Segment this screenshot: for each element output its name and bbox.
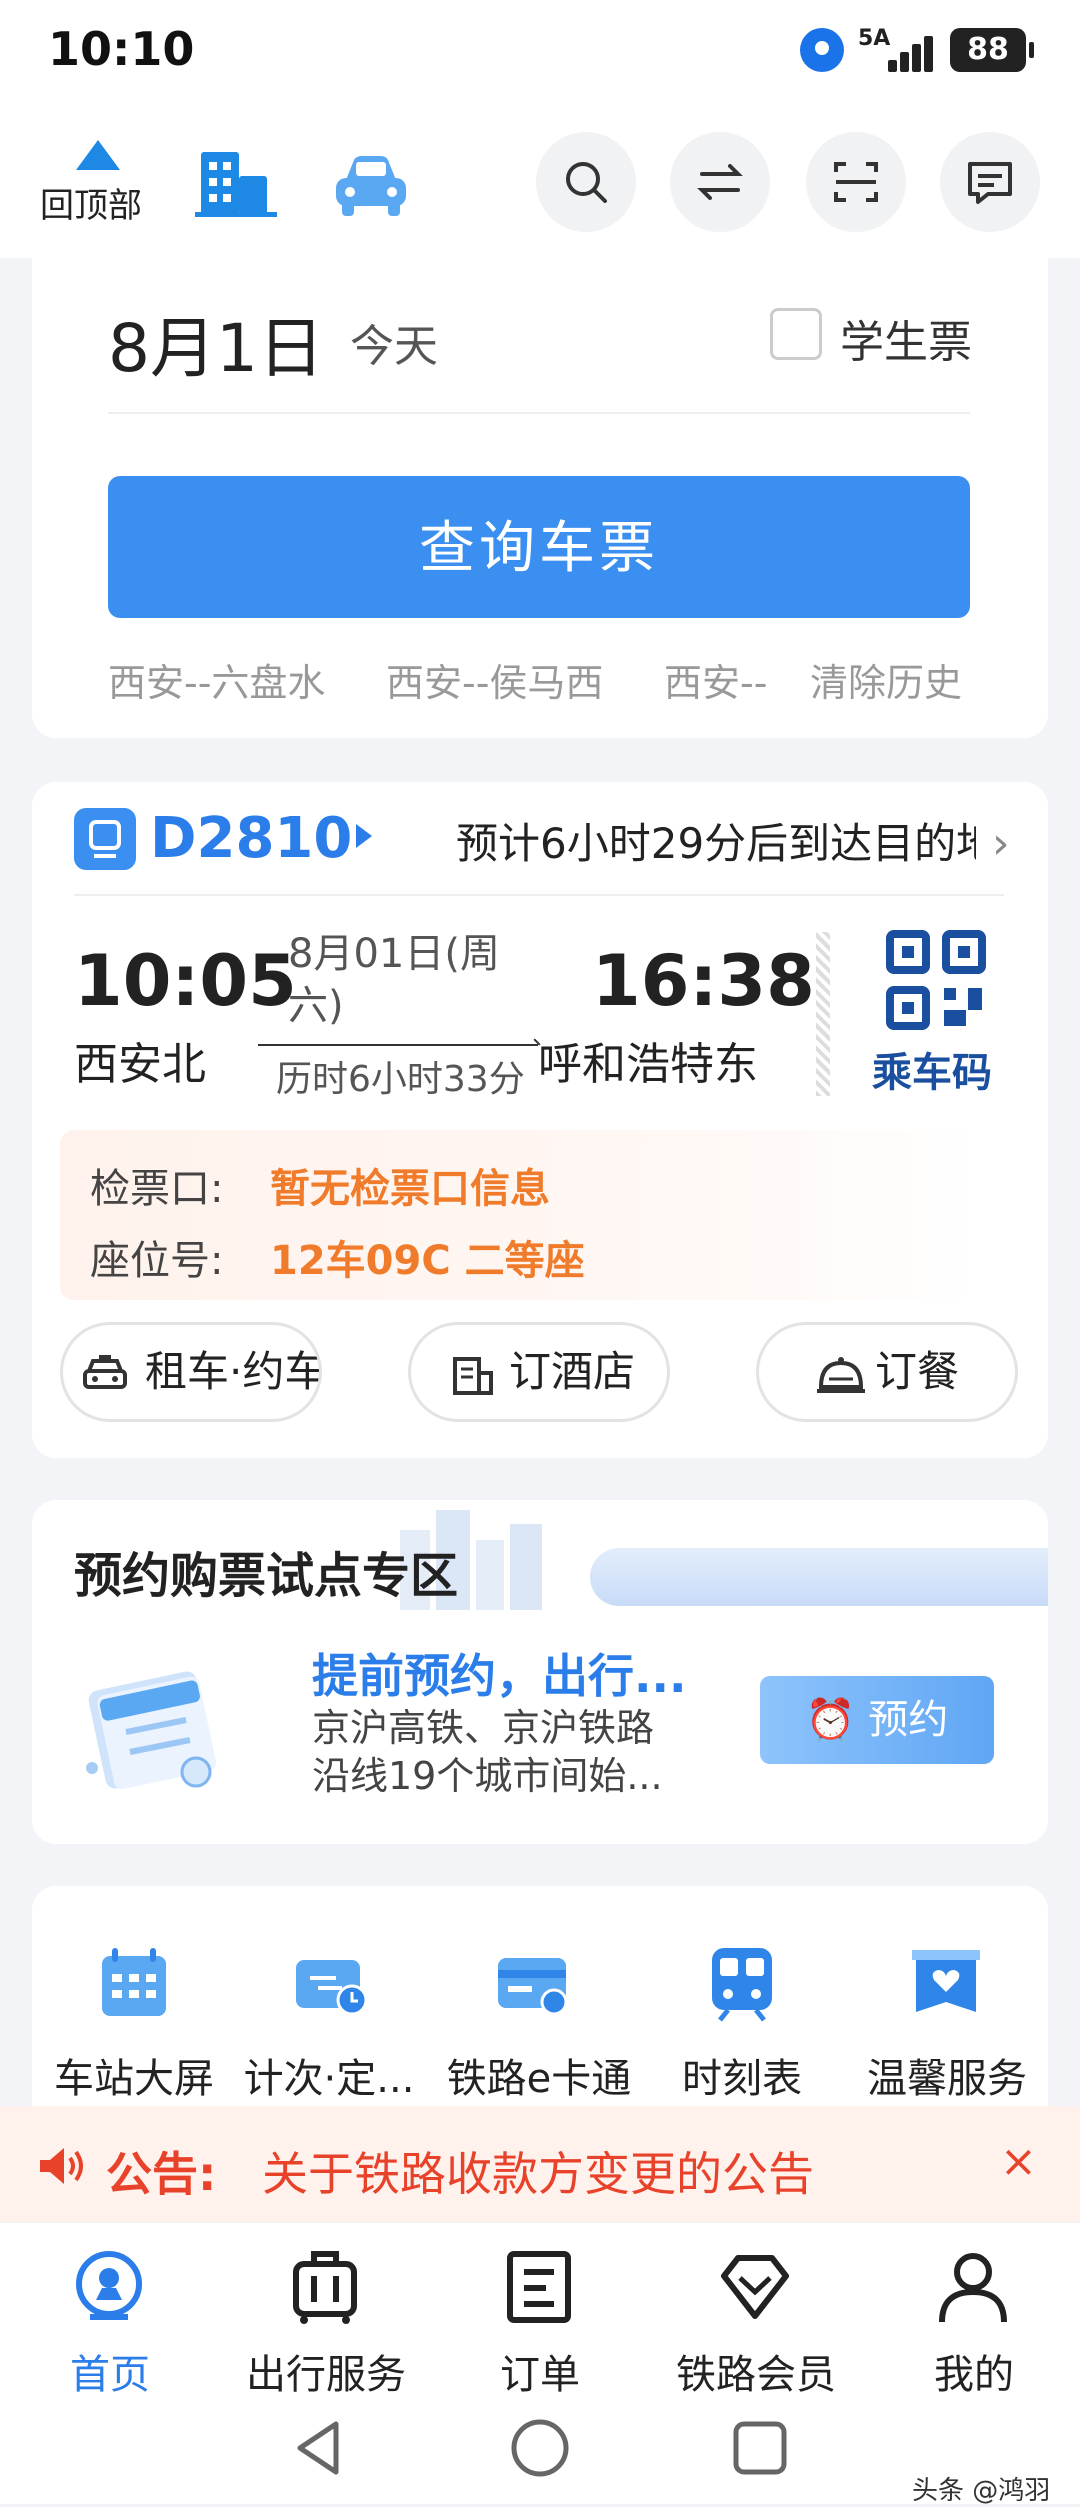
tab-rail-member[interactable]: 铁路会员 xyxy=(666,2342,846,2400)
order-icon[interactable] xyxy=(500,2248,578,2326)
recents-nav-icon[interactable] xyxy=(732,2418,788,2478)
scan-icon xyxy=(834,162,878,202)
network-type: 5A xyxy=(858,26,891,51)
clear-history-link[interactable]: 清除历史 xyxy=(810,652,962,707)
scan-button[interactable] xyxy=(806,132,906,232)
qr-code-icon[interactable] xyxy=(886,930,986,1030)
ticket-perforation xyxy=(816,932,830,1096)
car-icon[interactable] xyxy=(332,152,410,218)
seat-value: 12车09C 二等座 xyxy=(270,1238,585,1284)
reservation-title: 预约购票试点专区 xyxy=(74,1548,459,1604)
tab-home[interactable]: 首页 xyxy=(40,2342,180,2400)
search-icon xyxy=(566,162,607,203)
swap-icon xyxy=(697,164,743,200)
signal-icon xyxy=(888,30,944,72)
home-nav-icon[interactable] xyxy=(510,2418,570,2478)
search-button[interactable] xyxy=(536,132,636,232)
gate-value: 暂无检票口信息 xyxy=(270,1166,550,1212)
care-service-icon[interactable] xyxy=(906,1944,986,2024)
ride-code-label[interactable]: 乘车码 xyxy=(872,1040,992,1098)
profile-icon[interactable] xyxy=(934,2248,1012,2326)
trip-date: 8月01日(周 六) xyxy=(288,931,500,1029)
travel-date[interactable]: 8月1日 xyxy=(108,295,324,391)
promo-text: 京沪高铁、京沪铁路 沿线19个城市间始... xyxy=(312,1706,663,1798)
message-icon xyxy=(968,162,1012,204)
order-meal-label: 订餐 xyxy=(875,1347,960,1396)
arrival-station: 呼和浩特东 xyxy=(538,1039,758,1090)
battery-indicator: 88 xyxy=(950,28,1034,72)
reserve-button[interactable]: ⏰ 预约 xyxy=(760,1676,994,1764)
tab-orders[interactable]: 订单 xyxy=(470,2342,610,2400)
tab-me[interactable]: 我的 xyxy=(904,2342,1044,2400)
book-hotel-button[interactable]: 订酒店 xyxy=(408,1322,670,1422)
divider xyxy=(74,894,1004,896)
train-number[interactable]: D2810 xyxy=(150,806,352,871)
status-time: 10:10 xyxy=(48,22,195,76)
speaker-icon xyxy=(40,2148,83,2184)
departure-time: 10:05 xyxy=(74,940,297,1022)
departure-station: 西安北 xyxy=(74,1039,206,1090)
notice-text[interactable]: 关于铁路收款方变更的公告 xyxy=(262,2138,814,2204)
arrival-eta[interactable]: 预计6小时29分后到达目的地 xyxy=(456,810,976,871)
taxi-icon xyxy=(83,1355,127,1389)
train-detail-arrow-icon[interactable] xyxy=(356,824,372,848)
service-label[interactable]: 时刻表 xyxy=(662,2046,822,2104)
service-label[interactable]: 计次·定... xyxy=(236,2046,422,2104)
travel-day-label: 今天 xyxy=(350,321,438,372)
hotel-icon xyxy=(453,1357,493,1395)
query-tickets-button[interactable]: 查询车票 xyxy=(108,476,970,618)
station-screen-icon[interactable] xyxy=(94,1944,174,2024)
timetable-icon[interactable] xyxy=(702,1944,782,2024)
history-item[interactable]: 西安--六盘水 xyxy=(108,652,325,707)
watermark: 头条 @鸿羽 xyxy=(912,2476,1051,2506)
trip-duration: 历时6小时33分 xyxy=(276,1059,525,1100)
member-diamond-icon[interactable] xyxy=(716,2248,794,2326)
tab-travel-services[interactable]: 出行服务 xyxy=(236,2342,416,2400)
trip-line xyxy=(258,1044,538,1046)
back-to-top-label[interactable]: 回顶部 xyxy=(40,178,142,227)
student-ticket-label[interactable]: 学生票 xyxy=(840,306,972,370)
luggage-icon[interactable] xyxy=(286,2248,364,2326)
order-meal-button[interactable]: 订餐 xyxy=(756,1322,1018,1422)
building-icon[interactable] xyxy=(195,148,277,218)
seat-label: 座位号: xyxy=(90,1238,224,1284)
location-icon xyxy=(800,28,844,72)
history-item[interactable]: 西安-- xyxy=(664,652,767,707)
chevron-right-icon[interactable]: › xyxy=(992,818,1010,869)
divider xyxy=(108,412,970,414)
message-button[interactable] xyxy=(940,132,1040,232)
meal-cloche-icon xyxy=(817,1357,865,1393)
train-illustration xyxy=(590,1548,1048,1606)
ecard-icon[interactable] xyxy=(494,1944,574,2024)
car-rental-label: 租车·约车 xyxy=(145,1347,322,1396)
student-ticket-checkbox[interactable] xyxy=(770,308,822,360)
promo-title[interactable]: 提前预约，出行... xyxy=(312,1640,686,1706)
history-item[interactable]: 西安--侯马西 xyxy=(386,652,603,707)
home-rail-icon[interactable] xyxy=(70,2248,148,2326)
pass-ticket-icon[interactable] xyxy=(292,1944,372,2024)
train-icon xyxy=(74,808,136,870)
book-hotel-label: 订酒店 xyxy=(509,1347,636,1396)
car-rental-button[interactable]: 租车·约车 xyxy=(60,1322,322,1422)
service-label[interactable]: 温馨服务 xyxy=(862,2046,1032,2104)
service-label[interactable]: 车站大屏 xyxy=(54,2046,214,2104)
arrival-time: 16:38 xyxy=(592,940,815,1022)
service-label[interactable]: 铁路e卡通 xyxy=(446,2046,632,2104)
swap-button[interactable] xyxy=(670,132,770,232)
alarm-clock-icon: ⏰ xyxy=(805,1697,869,1743)
gate-label: 检票口: xyxy=(90,1166,224,1212)
back-to-top-icon[interactable] xyxy=(76,140,120,170)
notice-title: 公告: xyxy=(106,2147,217,2201)
calendar-illustration-icon xyxy=(86,1671,217,1790)
close-icon[interactable]: × xyxy=(1000,2136,1037,2187)
back-nav-icon[interactable] xyxy=(292,2418,348,2478)
